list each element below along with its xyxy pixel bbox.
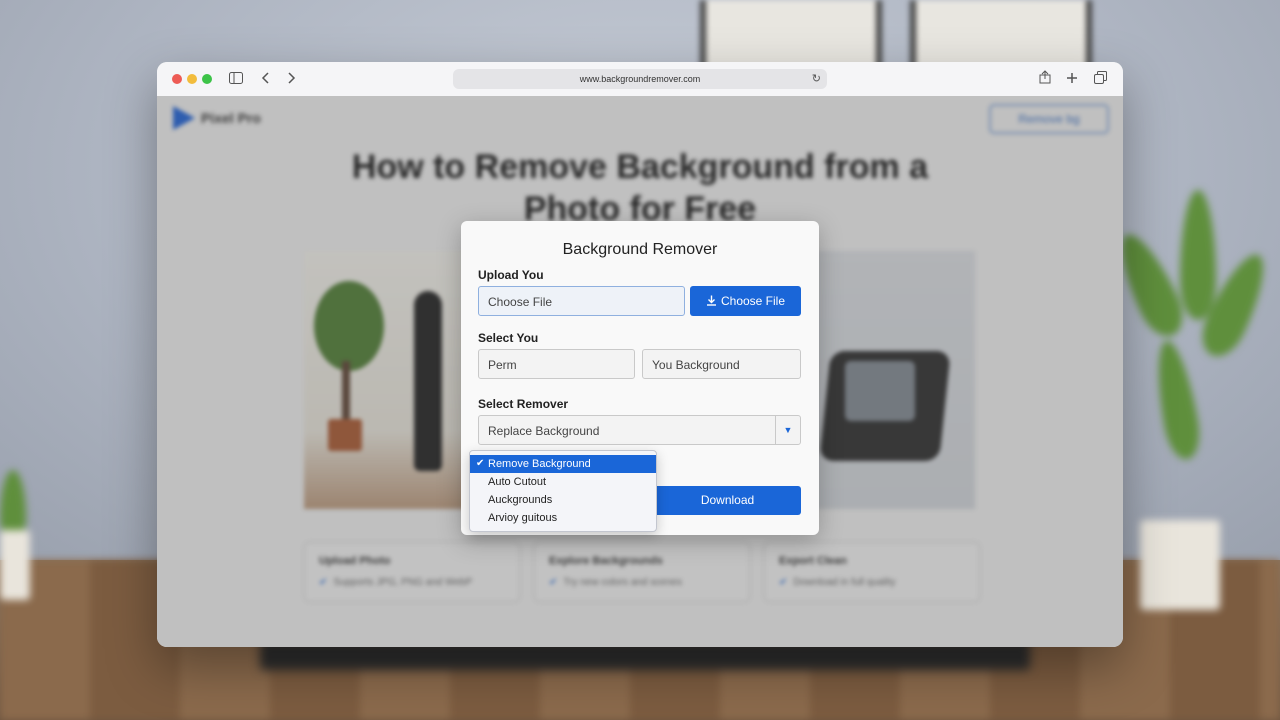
tabs-overview-icon[interactable] <box>1091 70 1109 88</box>
option-label: Auckgrounds <box>488 494 553 506</box>
choose-file-button[interactable]: Choose File <box>690 286 801 316</box>
dropdown-option[interactable]: ✔ Remove Background <box>470 455 656 473</box>
new-tab-icon[interactable] <box>1063 70 1081 88</box>
option-label: Auto Cutout <box>488 476 547 488</box>
maximize-window-button[interactable] <box>202 74 212 84</box>
back-icon[interactable] <box>257 70 275 88</box>
modal-title: Background Remover <box>562 241 718 258</box>
select-label: Select You <box>478 331 539 345</box>
file-path-field[interactable]: Choose File <box>478 286 685 316</box>
choose-file-label: Choose File <box>720 294 786 308</box>
forward-icon[interactable] <box>282 70 300 88</box>
browser-toolbar: www.backgroundremover.com ↻ <box>157 62 1123 97</box>
share-icon[interactable] <box>1036 70 1054 88</box>
potted-plant-decoration <box>0 470 40 610</box>
dropdown-option[interactable]: Auckgrounds <box>470 491 656 509</box>
upload-label: Upload You <box>478 268 544 282</box>
option-label: Arvioy guitous <box>488 512 558 524</box>
download-button[interactable]: Download <box>654 486 801 515</box>
checkmark-icon: ✔ <box>476 458 485 469</box>
select-field-perm[interactable]: Perm <box>478 349 635 379</box>
potted-plant-decoration <box>1108 190 1277 610</box>
close-window-button[interactable] <box>172 74 182 84</box>
sidebar-icon[interactable] <box>227 70 245 88</box>
remover-dropdown-list: ✔ Remove Background Auto Cutout Auckgrou… <box>469 450 657 532</box>
reload-icon[interactable]: ↻ <box>812 69 821 89</box>
remover-label: Select Remover <box>478 397 569 411</box>
url-text: www.backgroundremover.com <box>579 74 701 84</box>
remover-select[interactable]: Replace Background ▼ <box>478 415 801 445</box>
option-label: Remove Background <box>488 458 591 470</box>
dropdown-option[interactable]: Auto Cutout <box>470 473 656 491</box>
select-field-background[interactable]: You Background <box>642 349 801 379</box>
chevron-down-icon[interactable]: ▼ <box>775 416 800 444</box>
dropdown-option[interactable]: Arvioy guitous <box>470 509 656 527</box>
address-bar[interactable]: www.backgroundremover.com ↻ <box>453 69 827 89</box>
download-icon <box>706 295 716 306</box>
minimize-window-button[interactable] <box>187 74 197 84</box>
remover-select-value: Replace Background <box>488 424 600 438</box>
